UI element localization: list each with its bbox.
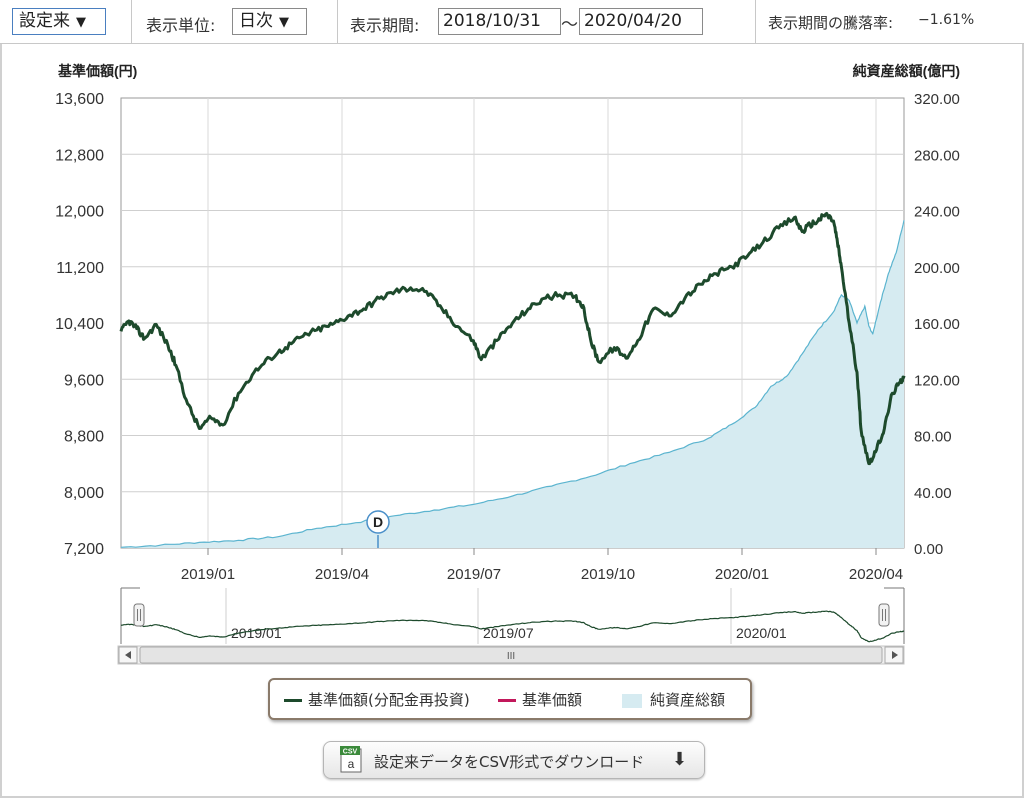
x-tick-label: 2020/01 [715, 566, 769, 583]
y-left-ticks: 13,600 12,800 12,000 11,200 10,400 9,600 8,800… [55, 91, 104, 558]
y-left-tick: 12,000 [55, 204, 104, 221]
y-left-tick: 10,400 [55, 316, 104, 333]
navigator-handle-right[interactable] [878, 603, 890, 627]
csv-file-icon: CSV a [340, 746, 362, 773]
x-tick-label: 2019/01 [181, 566, 235, 583]
y-right-tick: 280.00 [914, 147, 960, 164]
legend: 基準価額(分配金再投資) 基準価額 純資産総額 [268, 678, 752, 720]
y-right-tick: 160.00 [914, 316, 960, 333]
y-left-tick: 7,200 [64, 541, 104, 558]
x-tick-label: 2020/04 [849, 566, 903, 583]
legend-item-nav-reinvested[interactable]: 基準価額(分配金再投資) [284, 691, 470, 709]
scrollbar-grip: III [507, 651, 515, 662]
y-right-tick: 320.00 [914, 91, 960, 108]
y-right-tick: 0.00 [914, 541, 943, 558]
y-left-tick: 13,600 [55, 91, 104, 108]
y-left-tick: 12,800 [55, 147, 104, 164]
navigator-tick-label: 2020/01 [736, 625, 787, 641]
y-right-axis-label: 純資産総額(億円) [853, 63, 960, 79]
scrollbar-right-button[interactable] [884, 646, 904, 664]
csv-icon-text: CSV [343, 749, 358, 756]
y-left-axis-label: 基準価額(円) [58, 63, 137, 79]
csv-icon-letter: a [348, 757, 355, 771]
legend-item-aum[interactable]: 純資産総額 [622, 691, 725, 709]
legend-label: 純資産総額 [650, 691, 726, 709]
csv-download-button[interactable]: CSV a 設定来データをCSV形式でダウンロード ⬇ [323, 741, 705, 779]
legend-label: 基準価額 [522, 691, 583, 709]
x-tick-label: 2019/10 [581, 566, 635, 583]
y-left-tick: 8,000 [64, 485, 104, 502]
handle-right-body [878, 603, 890, 627]
y-right-tick: 40.00 [914, 485, 952, 502]
y-left-tick: 9,600 [64, 372, 104, 389]
download-arrow-icon: ⬇ [672, 749, 688, 770]
x-tick-label: 2019/04 [315, 566, 369, 583]
x-tick-label: 2019/07 [447, 566, 501, 583]
handle-left-body [133, 603, 145, 627]
dividend-marker-label: D [373, 514, 383, 530]
y-right-tick: 240.00 [914, 204, 960, 221]
legend-swatch [622, 693, 642, 708]
y-left-tick: 8,800 [64, 429, 104, 446]
legend-label: 基準価額(分配金再投資) [308, 691, 470, 709]
legend-swatch [498, 699, 516, 702]
x-ticks: 2019/01 2019/04 2019/07 2019/10 2020/01 2020/… [181, 548, 903, 583]
y-right-tick: 200.00 [914, 260, 960, 277]
y-right-ticks: 320.00 280.00 240.00 200.00 160.00 120.00 80.0… [914, 91, 960, 558]
csv-download-label: 設定来データをCSV形式でダウンロード [374, 753, 645, 771]
navigator-handle-left[interactable] [133, 603, 145, 627]
y-left-tick: 11,200 [56, 260, 104, 277]
y-right-tick: 80.00 [914, 429, 952, 446]
scrollbar-left-button[interactable] [118, 646, 138, 664]
y-right-tick: 120.00 [914, 372, 960, 389]
legend-item-nav[interactable]: 基準価額 [498, 691, 582, 709]
legend-swatch [284, 699, 302, 702]
